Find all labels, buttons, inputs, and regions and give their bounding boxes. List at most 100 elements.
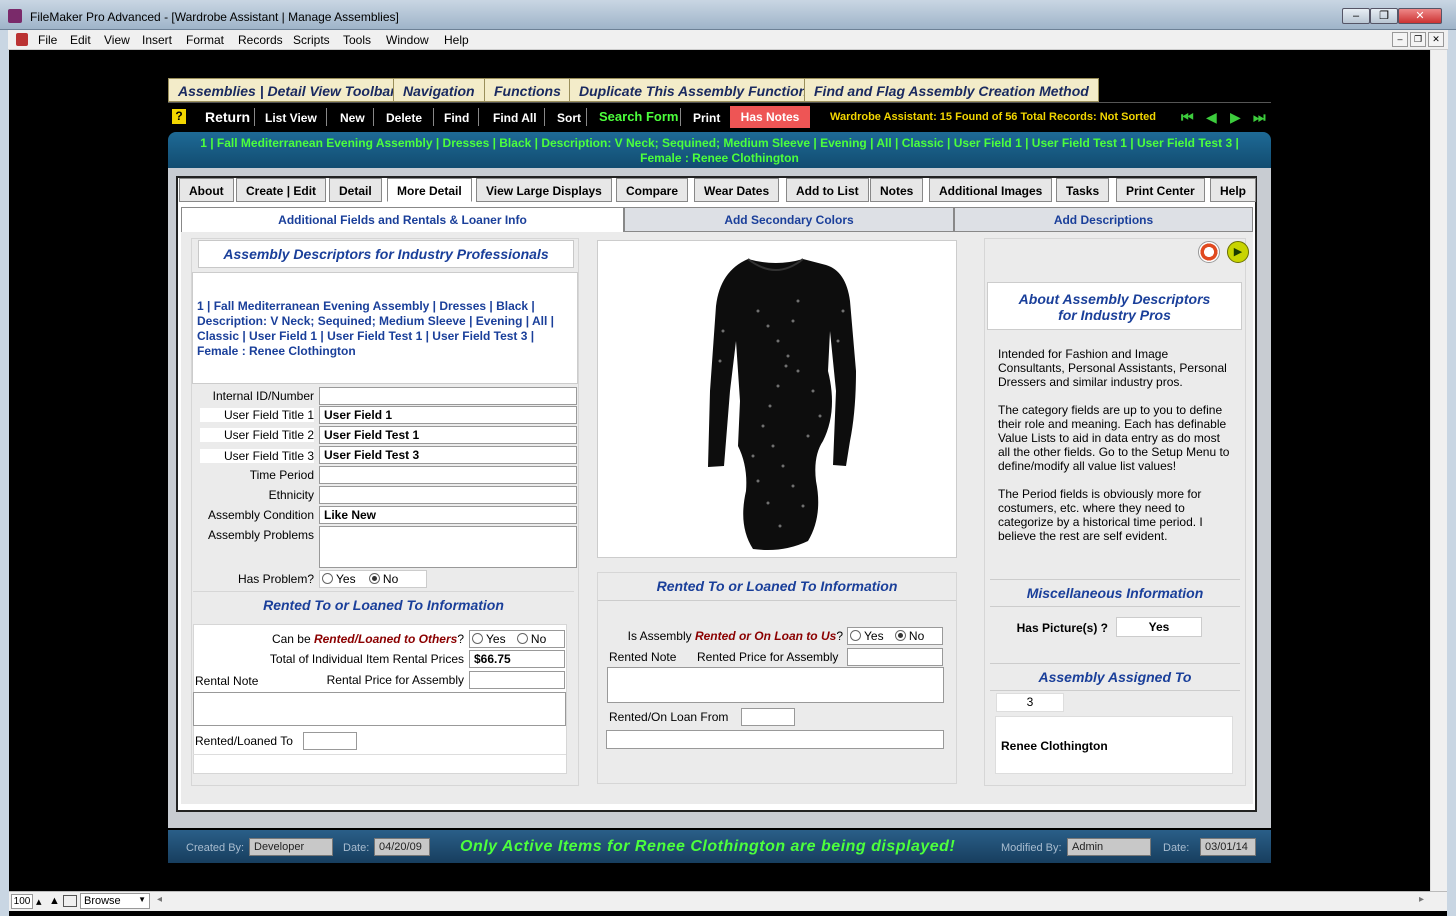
zoom-level[interactable]: 100	[11, 894, 33, 909]
tab-print-center[interactable]: Print Center	[1116, 178, 1205, 202]
modified-date-label: Date:	[1163, 842, 1190, 854]
minimize-icon[interactable]: –	[1342, 8, 1370, 24]
menu-scripts[interactable]: Scripts	[293, 33, 330, 47]
tab-help[interactable]: Help	[1210, 178, 1257, 202]
has-problem-radio-group[interactable]: Yes No	[319, 570, 427, 588]
mdi-close-icon[interactable]: ✕	[1428, 32, 1444, 47]
sort-button[interactable]: Sort	[557, 111, 581, 125]
rented-from-field[interactable]	[741, 708, 795, 726]
is-rented-yes-radio[interactable]	[850, 630, 861, 641]
menu-view[interactable]: View	[104, 33, 130, 47]
previous-record-icon[interactable]: ◀	[1206, 109, 1217, 126]
new-button[interactable]: New	[340, 111, 365, 125]
mdi-minimize-icon[interactable]: –	[1392, 32, 1408, 47]
menu-edit[interactable]: Edit	[70, 33, 91, 47]
find-button[interactable]: Find	[444, 111, 469, 125]
tab-wear-dates[interactable]: Wear Dates	[694, 178, 780, 202]
rented-price-field[interactable]	[847, 648, 943, 666]
tab-functions[interactable]: Functions	[484, 78, 571, 102]
rented-to-field[interactable]	[303, 732, 357, 750]
internal-id-field[interactable]	[319, 387, 577, 405]
tab-detail-view-toolbar[interactable]: Assemblies | Detail View Toolbar	[168, 78, 406, 102]
tab-add-to-list[interactable]: Add to List	[786, 178, 869, 202]
menu-help[interactable]: Help	[444, 33, 469, 47]
vertical-scrollbar[interactable]	[1430, 50, 1447, 892]
mode-select[interactable]: Browse ▼	[80, 893, 150, 909]
condition-field[interactable]: Like New	[319, 506, 577, 524]
created-date-label: Date:	[343, 842, 370, 854]
next-record-icon[interactable]: ▶	[1230, 109, 1241, 126]
tab-detail[interactable]: Detail	[329, 178, 382, 202]
rental-price-field[interactable]	[469, 671, 565, 689]
is-rented-radio-group[interactable]: Yes No	[847, 627, 943, 645]
problems-field[interactable]	[319, 526, 577, 568]
modified-date-field: 03/01/14	[1200, 838, 1256, 856]
has-problem-yes-radio[interactable]	[322, 573, 333, 584]
user-field-3[interactable]: User Field Test 3	[319, 446, 577, 464]
total-rental-field[interactable]: $66.75	[469, 650, 565, 668]
tab-tasks[interactable]: Tasks	[1056, 178, 1110, 202]
delete-button[interactable]: Delete	[386, 111, 422, 125]
tab-find-and-flag[interactable]: Find and Flag Assembly Creation Method	[804, 78, 1099, 102]
tab-view-large-displays[interactable]: View Large Displays	[476, 178, 612, 202]
user-field-2[interactable]: User Field Test 1	[319, 426, 577, 444]
status-toolbar-toggle-icon[interactable]	[63, 895, 77, 907]
assigned-name[interactable]: Renee Clothington	[1001, 739, 1108, 753]
menu-file[interactable]: File	[38, 33, 57, 47]
tab-more-detail[interactable]: More Detail	[387, 178, 472, 202]
can-be-rented-yes-radio[interactable]	[472, 633, 483, 644]
ethnicity-field[interactable]	[319, 486, 577, 504]
status-bar: 100 ▴ ▲ Browse ▼ ◂ ▸	[9, 891, 1447, 911]
rented-to-label: Rented/Loaned To	[195, 734, 293, 748]
subtab-additional-fields[interactable]: Additional Fields and Rentals & Loaner I…	[181, 207, 624, 232]
scroll-left-icon[interactable]: ◂	[157, 894, 162, 905]
search-form-button[interactable]: Search Form	[599, 109, 678, 124]
first-record-icon[interactable]: ⏮	[1181, 109, 1194, 126]
subtab-add-descriptions[interactable]: Add Descriptions	[954, 207, 1253, 232]
restore-icon[interactable]: ❐	[1370, 8, 1398, 24]
is-rented-no-radio[interactable]	[894, 630, 906, 641]
rented-note-field[interactable]	[607, 667, 944, 703]
internal-id-label: Internal ID/Number	[212, 389, 314, 403]
tab-additional-images[interactable]: Additional Images	[929, 178, 1053, 202]
can-be-rented-no-radio[interactable]	[516, 633, 528, 644]
menu-format[interactable]: Format	[186, 33, 224, 47]
list-view-button[interactable]: List View	[265, 111, 317, 125]
has-notes-button[interactable]: Has Notes	[730, 106, 810, 128]
menu-tools[interactable]: Tools	[343, 33, 371, 47]
help-button[interactable]: ?	[172, 109, 186, 124]
has-problem-no-radio[interactable]	[368, 573, 380, 584]
assigned-id-field[interactable]: 3	[996, 693, 1064, 712]
lifebuoy-help-icon[interactable]	[1198, 241, 1220, 263]
find-all-button[interactable]: Find All	[493, 111, 537, 125]
time-period-field[interactable]	[319, 466, 577, 484]
play-icon[interactable]: ▶	[1227, 241, 1249, 263]
menu-window[interactable]: Window	[386, 33, 429, 47]
user-field-1[interactable]: User Field 1	[319, 406, 577, 424]
tab-create-edit[interactable]: Create | Edit	[236, 178, 327, 202]
menu-records[interactable]: Records	[238, 33, 283, 47]
can-be-rented-radio-group[interactable]: Yes No	[469, 630, 565, 648]
return-button[interactable]: Return	[205, 109, 250, 125]
rental-note-label: Rental Note	[195, 674, 259, 688]
has-picture-field[interactable]: Yes	[1116, 617, 1202, 637]
last-record-icon[interactable]: ⏭	[1253, 109, 1266, 126]
scroll-right-icon[interactable]: ▸	[1419, 894, 1424, 905]
close-icon[interactable]: ✕	[1398, 8, 1442, 24]
zoom-in-icon[interactable]: ▲	[49, 895, 60, 907]
record-summary: 1 | Fall Mediterranean Evening Assembly …	[168, 132, 1271, 168]
rental-note-field[interactable]	[193, 692, 566, 726]
tab-about[interactable]: About	[179, 178, 234, 202]
tab-notes[interactable]: Notes	[870, 178, 924, 202]
tab-navigation[interactable]: Navigation	[393, 78, 485, 102]
is-rented-label: Is Assembly Rented or On Loan to Us?	[627, 629, 843, 643]
subtab-secondary-colors[interactable]: Add Secondary Colors	[624, 207, 954, 232]
toolbar-separator	[254, 108, 255, 126]
tab-compare[interactable]: Compare	[616, 178, 689, 202]
mdi-restore-icon[interactable]: ❐	[1410, 32, 1426, 47]
tab-duplicate-assembly[interactable]: Duplicate This Assembly Function	[569, 78, 818, 102]
menu-insert[interactable]: Insert	[142, 33, 172, 47]
rented-from-portal[interactable]	[606, 730, 944, 749]
print-button[interactable]: Print	[693, 111, 720, 125]
zoom-out-icon[interactable]: ▴	[36, 895, 42, 908]
